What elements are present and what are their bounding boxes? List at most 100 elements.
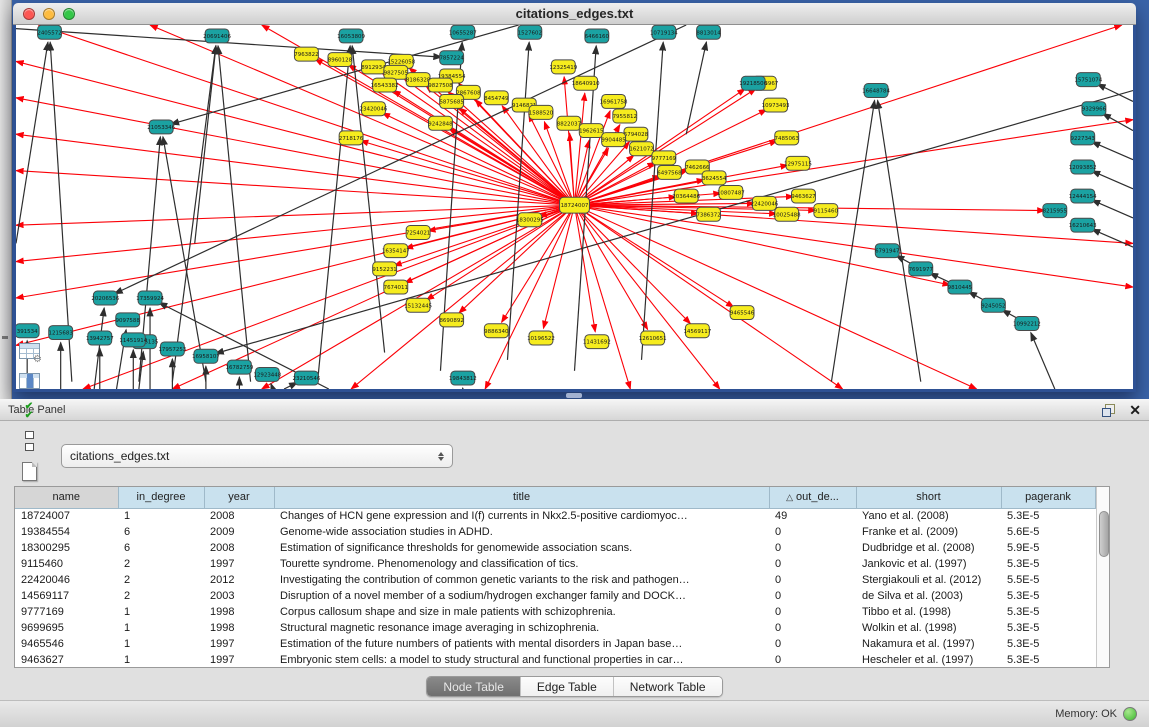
graph-node[interactable]: 7674011 [384,280,408,294]
graph-node[interactable]: 23210546 [293,371,321,385]
graph-node[interactable]: 10655287 [449,25,477,39]
table-row[interactable]: 977716911998Corpus callosum shape and si… [15,604,1095,620]
panel-splitter-handle[interactable] [566,393,582,398]
graph-node[interactable]: 6497568 [657,165,682,179]
graph-node[interactable]: 15751074 [1074,73,1102,87]
graph-node[interactable]: 20364486 [672,189,700,203]
table-scrollbar[interactable] [1096,487,1110,667]
graph-node[interactable]: 10973493 [762,98,790,112]
graph-node[interactable]: 1962615 [579,124,603,138]
graph-node[interactable]: 13942757 [86,331,114,345]
graph-node[interactable]: 1527602 [518,25,542,39]
graph-node[interactable]: 10992212 [1013,316,1041,330]
graph-node[interactable]: 6794028 [624,127,649,141]
graph-node[interactable]: 7485063 [775,131,800,145]
graph-node[interactable]: 9465546 [730,306,755,320]
graph-node[interactable]: 9097588 [116,313,141,327]
scrollbar-thumb[interactable] [1099,511,1109,557]
table-row[interactable]: 2242004622012Investigating the contribut… [15,572,1095,588]
graph-node[interactable]: 15132445 [404,298,432,312]
graph-node[interactable]: 9227343 [1071,131,1096,145]
graph-node[interactable]: 9810445 [948,280,972,294]
graph-node[interactable]: 7963822 [294,47,318,61]
column-header-short[interactable]: short [856,487,1001,508]
graph-node[interactable]: 9777169 [652,151,677,165]
table-row[interactable]: 969969511998Structural magnetic resonanc… [15,620,1095,636]
graph-node[interactable]: 1215683 [49,326,74,340]
tab-edge-table[interactable]: Edge Table [521,677,614,696]
graph-node[interactable]: 16958107 [192,349,220,363]
graph-node[interactable]: 7955812 [613,109,637,123]
graph-node[interactable]: 20206536 [91,291,119,305]
graph-node[interactable]: 9329966 [1082,102,1107,116]
column-header-title[interactable]: title [274,487,769,508]
graph-node[interactable]: 9152231 [372,262,396,276]
graph-node[interactable]: 12325419 [549,60,577,74]
table-row[interactable]: 946554611997Estimation of the future num… [15,636,1095,652]
graph-node[interactable]: 18640910 [572,76,600,90]
graph-node[interactable]: 1588520 [529,105,554,119]
tab-network-table[interactable]: Network Table [614,677,722,696]
graph-node[interactable]: 8454749 [484,91,509,105]
graph-node[interactable]: 12444154 [1069,189,1097,203]
graph-node[interactable]: 2718176 [339,131,364,145]
graph-node[interactable]: 9886340 [484,324,509,338]
graph-node[interactable]: 18724007 [560,197,590,213]
graph-node[interactable]: 6791947 [875,244,900,258]
selection-mode-icon[interactable]: ✔✔ [14,396,44,426]
graph-node[interactable]: 10807487 [717,185,745,199]
graph-node[interactable]: 11451914 [119,333,147,347]
graph-node[interactable]: 9904485 [601,133,625,147]
graph-node[interactable]: 12923448 [253,367,281,381]
graph-node[interactable]: 3624554 [702,171,727,185]
graph-node[interactable]: 22420046 [750,196,778,210]
close-panel-icon[interactable]: ✕ [1129,404,1141,416]
table-row[interactable]: 1456911722003Disruption of a novel membe… [15,588,1095,604]
graph-node[interactable]: 9827508 [428,78,453,92]
tab-node-table[interactable]: Node Table [427,677,521,696]
graph-node[interactable]: 16210643 [1069,218,1097,232]
graph-node[interactable]: 9245052 [981,298,1005,312]
graph-node[interactable]: 8215955 [1043,204,1067,218]
graph-node[interactable]: 6466160 [585,29,610,43]
graph-node[interactable]: 8186328 [406,73,431,87]
graph-node[interactable]: 23420046 [360,102,388,116]
graph-node[interactable]: 16354147 [382,244,410,258]
graph-node[interactable]: 5875685 [439,94,463,108]
table-row[interactable]: 946362711997Embryonic stem cells: a mode… [15,652,1095,668]
graph-node[interactable]: 8813014 [696,25,721,39]
graph-node[interactable]: 17957253 [158,342,186,356]
table-row[interactable]: 1830029562008Estimation of significance … [15,540,1095,556]
new-column-icon[interactable] [14,456,44,486]
graph-node[interactable]: 7857224 [439,51,464,65]
graph-node[interactable]: 9242848 [428,116,453,130]
graph-node[interactable]: 8690892 [439,313,463,327]
table-row[interactable]: 1872400712008Changes of HCN gene express… [15,508,1095,524]
graph-node[interactable]: 16543382 [371,78,399,92]
graph-node[interactable]: 2405572 [37,25,61,39]
graph-node[interactable]: 17359924 [136,291,164,305]
graph-node[interactable]: 16961758 [600,94,628,108]
graph-node[interactable]: 9115460 [814,204,839,218]
graph-node[interactable]: 21053346 [147,120,175,134]
row-height-icon[interactable] [14,426,44,456]
graph-node[interactable]: 1621072 [629,142,653,156]
graph-node[interactable]: 14569117 [683,324,711,338]
graph-node[interactable]: 10196522 [527,331,555,345]
column-header-name[interactable]: name [15,487,118,508]
show-columns-icon[interactable] [14,366,44,396]
graph-node[interactable]: 7254021 [406,225,430,239]
graph-node[interactable]: 9463627 [791,189,816,203]
graph-node[interactable]: 16648784 [862,84,890,98]
graph-node[interactable]: 8822037 [557,116,582,130]
column-header-out[interactable]: △out_de... [769,487,856,508]
column-header-indeg[interactable]: in_degree [118,487,204,508]
graph-node[interactable]: 11431692 [583,335,611,349]
graph-node[interactable]: 12093852 [1069,160,1097,174]
graph-node[interactable]: 16782759 [225,360,253,374]
table-row[interactable]: 1938455462009Genome-wide association stu… [15,524,1095,540]
graph-node[interactable]: 8912934 [361,60,386,74]
graph-node[interactable]: 18300295 [516,213,544,227]
graph-node[interactable]: 16053809 [337,29,365,43]
graph-node[interactable]: 7691977 [909,262,934,276]
